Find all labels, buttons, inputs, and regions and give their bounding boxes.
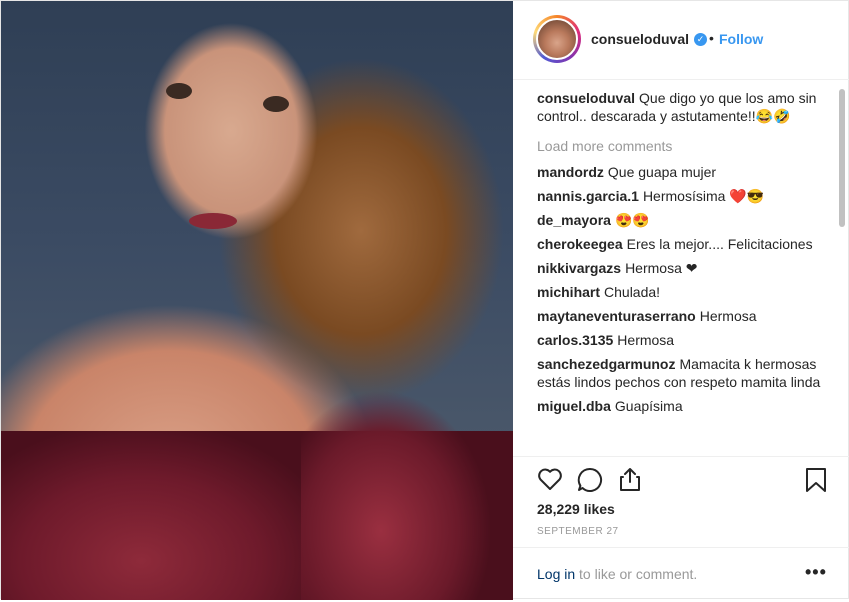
comment-username[interactable]: carlos.3135 bbox=[537, 332, 613, 348]
comment-text: Hermosa ❤ bbox=[625, 260, 698, 276]
comment-username[interactable]: de_mayora bbox=[537, 212, 611, 228]
comment-text: Hermosísima ❤️😎 bbox=[642, 188, 765, 204]
comment-username[interactable]: cherokeegea bbox=[537, 236, 623, 252]
login-row: Log in to like or comment. ••• bbox=[513, 547, 849, 602]
caption-username[interactable]: consueloduval bbox=[537, 90, 635, 106]
comment-item: miguel.dba Guapísima bbox=[537, 397, 837, 415]
comment-item: sanchezedgarmunoz Mamacita k hermosas est… bbox=[537, 355, 837, 391]
photo-lips bbox=[189, 213, 237, 229]
comment-username[interactable]: nannis.garcia.1 bbox=[537, 188, 639, 204]
comment-text: 😍😍 bbox=[614, 212, 650, 228]
scrollbar-thumb[interactable] bbox=[839, 89, 845, 227]
login-link[interactable]: Log in bbox=[537, 566, 575, 582]
comment-text: Hermosa bbox=[699, 308, 757, 324]
comment-item: carlos.3135 Hermosa bbox=[537, 331, 837, 349]
comment-username[interactable]: miguel.dba bbox=[537, 398, 611, 414]
login-rest-text: to like or comment. bbox=[575, 566, 698, 582]
comment-item: michihart Chulada! bbox=[537, 283, 837, 301]
comment-text: Hermosa bbox=[617, 332, 675, 348]
comments-list[interactable]: consueloduval Que digo yo que los amo sin… bbox=[537, 89, 837, 455]
photo-dress-region-right bbox=[301, 381, 513, 600]
comment-item: de_mayora 😍😍 bbox=[537, 211, 837, 229]
avatar[interactable] bbox=[536, 18, 578, 60]
comment-username[interactable]: nikkivargazs bbox=[537, 260, 621, 276]
likes-count[interactable]: 28,229 likes bbox=[537, 501, 615, 517]
instagram-post: consueloduval ✓ • Follow consueloduval Qu… bbox=[0, 0, 849, 600]
comment-username[interactable]: mandordz bbox=[537, 164, 604, 180]
more-options-icon[interactable]: ••• bbox=[805, 562, 827, 583]
comment-text: Que guapa mujer bbox=[607, 164, 717, 180]
photo-eye-left bbox=[166, 83, 192, 99]
comments-scrollbar[interactable] bbox=[837, 81, 846, 453]
comment-text: Guapísima bbox=[614, 398, 683, 414]
login-prompt: Log in to like or comment. bbox=[537, 566, 697, 582]
avatar-story-ring[interactable] bbox=[533, 15, 581, 63]
comment-item: nannis.garcia.1 Hermosísima ❤️😎 bbox=[537, 187, 837, 205]
heart-icon[interactable] bbox=[537, 467, 563, 496]
comment-username[interactable]: michihart bbox=[537, 284, 600, 300]
follow-button[interactable]: Follow bbox=[719, 31, 763, 47]
comment-item: nikkivargazs Hermosa ❤ bbox=[537, 259, 837, 277]
post-actions: 28,229 likes SEPTEMBER 27 Log in to like… bbox=[513, 456, 849, 601]
comment-text: Chulada! bbox=[604, 284, 661, 300]
post-header: consueloduval ✓ • Follow bbox=[513, 1, 849, 80]
comment-username[interactable]: maytaneventuraserrano bbox=[537, 308, 696, 324]
photo-eye-right bbox=[263, 96, 289, 112]
post-sidebar: consueloduval ✓ • Follow consueloduval Qu… bbox=[513, 1, 849, 600]
caption: consueloduval Que digo yo que los amo sin… bbox=[537, 89, 837, 125]
post-photo[interactable] bbox=[1, 1, 513, 600]
post-date[interactable]: SEPTEMBER 27 bbox=[537, 526, 619, 537]
separator-dot: • bbox=[709, 30, 714, 46]
verified-badge-icon: ✓ bbox=[694, 33, 707, 46]
comment-username[interactable]: sanchezedgarmunoz bbox=[537, 356, 675, 372]
comment-item: mandordz Que guapa mujer bbox=[537, 163, 837, 181]
share-icon[interactable] bbox=[617, 466, 643, 497]
comment-item: cherokeegea Eres la mejor.... Felicitacio… bbox=[537, 235, 837, 253]
bookmark-icon[interactable] bbox=[805, 467, 827, 498]
header-username[interactable]: consueloduval bbox=[591, 31, 689, 47]
comment-item: maytaneventuraserrano Hermosa bbox=[537, 307, 837, 325]
comment-icon[interactable] bbox=[577, 467, 603, 498]
load-more-comments-link[interactable]: Load more comments bbox=[537, 137, 837, 155]
comment-text: Eres la mejor.... Felicitaciones bbox=[626, 236, 813, 252]
